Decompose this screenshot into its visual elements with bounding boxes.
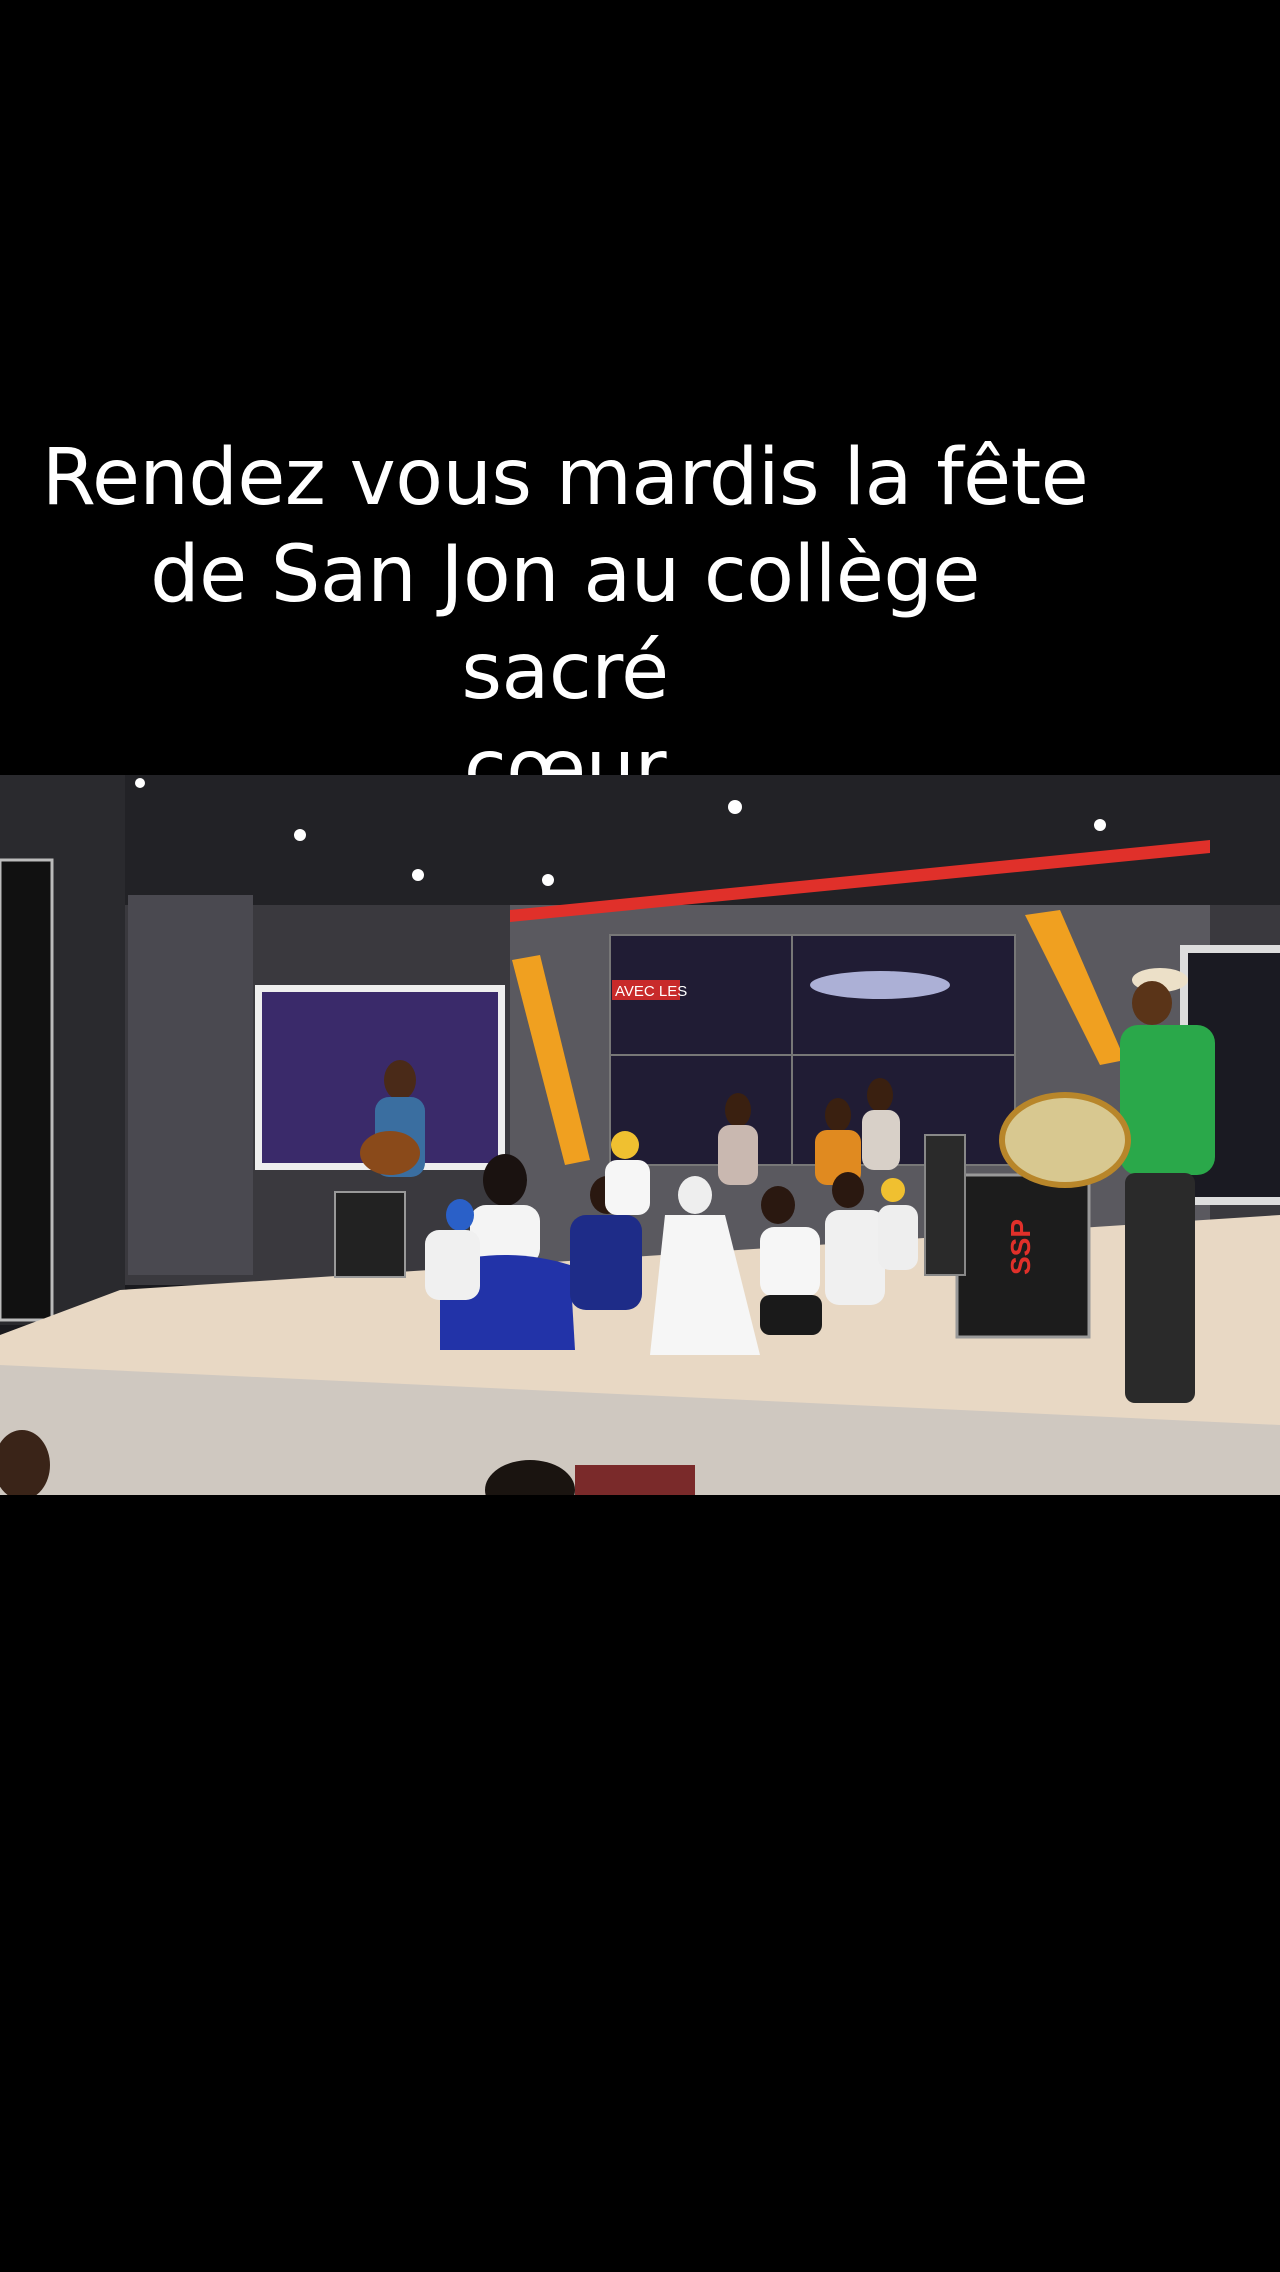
ceiling-light bbox=[728, 800, 742, 814]
stage-scene: AVEC LES SSP bbox=[0, 775, 1280, 1495]
dancer-head bbox=[446, 1199, 474, 1231]
person-body bbox=[862, 1110, 900, 1170]
ceiling-light bbox=[412, 869, 424, 881]
equipment-case bbox=[334, 1191, 406, 1278]
audience-chair bbox=[575, 1465, 695, 1495]
side-screen bbox=[0, 858, 54, 1322]
person-head bbox=[825, 1098, 851, 1132]
caption-line-1: Rendez vous mardis la fête bbox=[41, 433, 1089, 523]
video-caption: Rendez vous mardis la fête de San Jon au… bbox=[40, 430, 1090, 818]
dancer-body bbox=[425, 1230, 480, 1300]
wall-panel bbox=[128, 895, 253, 1275]
studio-glare bbox=[810, 971, 950, 999]
dancer-headwrap bbox=[881, 1178, 905, 1202]
dancer-head bbox=[832, 1172, 864, 1208]
dancer-head bbox=[761, 1186, 795, 1224]
ceiling-light bbox=[542, 874, 554, 886]
dancer-body bbox=[878, 1205, 918, 1270]
guitarist-head bbox=[384, 1060, 416, 1100]
person-body bbox=[718, 1125, 758, 1185]
dancer-body bbox=[825, 1210, 885, 1305]
ceiling-light bbox=[294, 829, 306, 841]
ceiling-light bbox=[1094, 819, 1106, 831]
drum bbox=[999, 1092, 1131, 1188]
drummer-head bbox=[1132, 981, 1172, 1025]
ceiling-light bbox=[135, 778, 145, 788]
ceiling bbox=[0, 775, 1280, 905]
dancer-body bbox=[760, 1227, 820, 1297]
dancer-headwrap bbox=[611, 1131, 639, 1159]
person-head bbox=[867, 1078, 893, 1112]
video-wall bbox=[609, 934, 1016, 1166]
screen-banner-text: AVEC LES bbox=[615, 983, 687, 1000]
dancer-head bbox=[483, 1154, 527, 1206]
case-label: SSP bbox=[1005, 1219, 1036, 1275]
person-head bbox=[725, 1093, 751, 1127]
caption-line-2: de San Jon au collège sacré bbox=[150, 530, 980, 717]
drummer-trousers bbox=[1125, 1173, 1195, 1403]
dancer-body bbox=[570, 1215, 642, 1310]
guitar bbox=[360, 1131, 420, 1175]
drummer-shirt bbox=[1120, 1025, 1215, 1175]
stage-photo: AVEC LES SSP bbox=[0, 775, 1280, 1495]
equipment-case bbox=[924, 1134, 966, 1276]
dancer-head bbox=[678, 1176, 712, 1214]
dancer-body bbox=[605, 1160, 650, 1215]
dancer-skirt bbox=[760, 1295, 822, 1335]
